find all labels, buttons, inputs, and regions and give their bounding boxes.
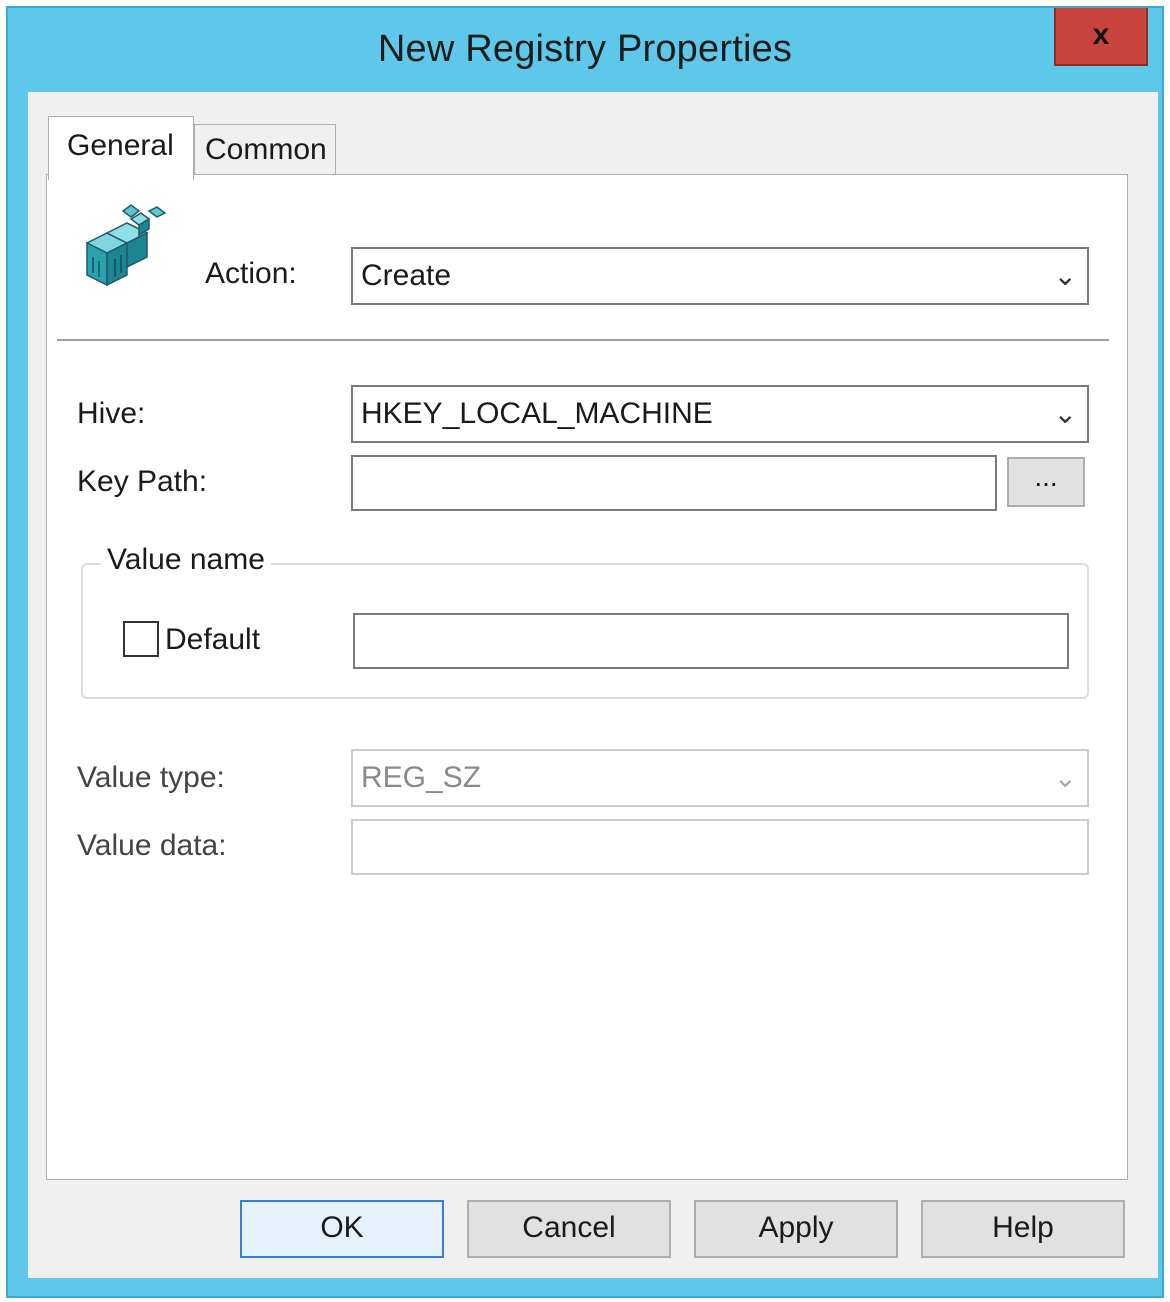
browse-key-path-button[interactable]: ... (1007, 457, 1085, 507)
ok-button[interactable]: OK (240, 1200, 444, 1258)
dialog-window: New Registry Properties x General Common (6, 6, 1164, 1298)
value-type-label: Value type: (77, 761, 225, 794)
hive-dropdown[interactable]: HKEY_LOCAL_MACHINE ⌄ (351, 385, 1089, 443)
cancel-button[interactable]: Cancel (467, 1200, 671, 1258)
apply-button[interactable]: Apply (694, 1200, 898, 1258)
hive-label: Hive: (77, 397, 146, 430)
value-name-group-title: Value name (101, 543, 271, 577)
action-value: Create (361, 259, 452, 292)
action-label: Action: (205, 257, 297, 290)
value-type-dropdown[interactable]: REG_SZ ⌄ (351, 749, 1089, 807)
default-checkbox[interactable] (123, 621, 159, 657)
registry-cubes-icon (85, 204, 167, 287)
title-bar[interactable]: New Registry Properties x (8, 8, 1162, 92)
value-data-input[interactable] (351, 819, 1089, 875)
tab-common[interactable]: Common (194, 124, 336, 174)
action-dropdown[interactable]: Create ⌄ (351, 247, 1089, 305)
value-data-label: Value data: (77, 829, 227, 862)
chevron-down-icon: ⌄ (1053, 260, 1077, 291)
separator-line (57, 339, 1109, 341)
close-button[interactable]: x (1054, 8, 1148, 66)
chevron-down-icon: ⌄ (1053, 762, 1077, 793)
window-title: New Registry Properties (377, 28, 793, 70)
close-icon: x (1092, 18, 1110, 51)
key-path-input[interactable] (351, 455, 997, 511)
hive-value: HKEY_LOCAL_MACHINE (361, 397, 713, 430)
default-checkbox-label[interactable]: Default (165, 623, 260, 657)
value-name-input[interactable] (353, 613, 1069, 669)
help-button[interactable]: Help (921, 1200, 1125, 1258)
key-path-label: Key Path: (77, 465, 208, 498)
chevron-down-icon: ⌄ (1053, 398, 1077, 429)
general-tab-page: Action: Create ⌄ Hive: HKEY_LOCAL_MACHIN… (46, 174, 1128, 1180)
value-type-value: REG_SZ (361, 761, 482, 794)
dialog-client-area: General Common Action: Create ⌄ Hive: HK… (28, 92, 1158, 1278)
tab-general[interactable]: General (48, 116, 194, 180)
value-name-groupbox: Value name Default (81, 543, 1089, 699)
